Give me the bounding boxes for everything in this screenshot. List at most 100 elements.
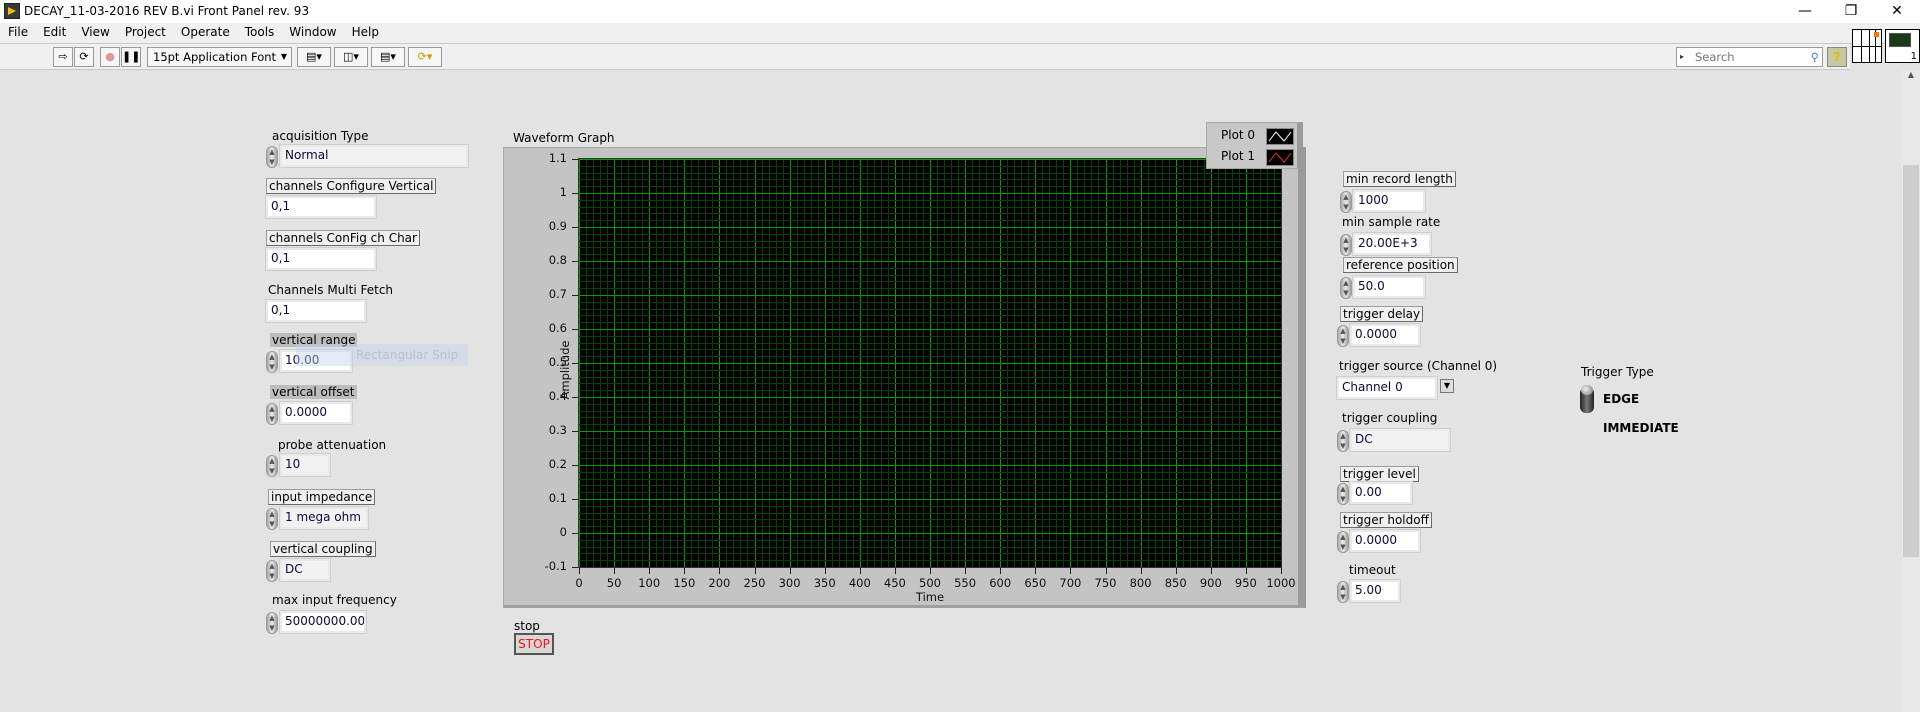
menu-window[interactable]: Window (281, 23, 343, 39)
y-tick-mark (572, 499, 578, 500)
input-impedance-ring[interactable]: 1 mega ohm (279, 506, 369, 530)
menu-view[interactable]: View (73, 23, 116, 39)
reorder-icon[interactable]: ⟳▾ (408, 47, 442, 67)
reference-position-spinner[interactable]: ▲ ▼ (1340, 277, 1352, 299)
y-tick-mark (572, 465, 578, 466)
y-tick-label: 0.3 (548, 423, 567, 437)
trigger-delay-spinner[interactable]: ▲ ▼ (1337, 325, 1349, 347)
menu-tools[interactable]: Tools (237, 23, 282, 39)
y-tick-mark (572, 295, 578, 296)
minimize-button[interactable]: — (1782, 0, 1828, 23)
pause-icon[interactable]: ❚❚ (121, 47, 141, 67)
y-tick-mark (572, 227, 578, 228)
x-tick-label: 500 (919, 576, 941, 590)
legend-plot-1-swatch[interactable] (1266, 149, 1294, 166)
max-input-frequency-input[interactable]: 50000000.00 (279, 610, 367, 634)
min-record-length-spinner[interactable]: ▲ ▼ (1340, 191, 1352, 213)
trigger-holdoff-input[interactable]: 0.0000 (1349, 529, 1421, 553)
trigger-holdoff-spinner[interactable]: ▲ ▼ (1337, 531, 1349, 553)
restore-button[interactable]: ❐ (1828, 0, 1874, 23)
stop-button[interactable]: STOP (514, 633, 554, 655)
trigger-coupling-ring[interactable]: DC (1349, 428, 1451, 452)
trigger-type-label: Trigger Type (1581, 365, 1654, 379)
timeout-spinner[interactable]: ▲ ▼ (1337, 581, 1349, 603)
channels-config-ch-char-label: channels ConFig ch Char (266, 230, 420, 246)
min-sample-rate-input[interactable]: 20.00E+3 (1352, 232, 1432, 256)
vertical-range-spinner[interactable]: ▲ ▼ (266, 351, 278, 373)
connector-pane-icon[interactable] (1852, 29, 1882, 63)
x-tick-label: 950 (1234, 576, 1257, 590)
menu-edit[interactable]: Edit (35, 23, 73, 39)
probe-attenuation-input[interactable]: 10 (279, 453, 331, 477)
y-tick-mark (572, 431, 578, 432)
x-tick-mark (789, 568, 791, 574)
close-button[interactable]: ✕ (1874, 0, 1920, 23)
abort-icon[interactable]: ● (100, 47, 120, 67)
menu-file[interactable]: File (0, 23, 35, 39)
x-tick-mark (719, 568, 721, 574)
vertical-coupling-ring[interactable]: DC (279, 558, 331, 582)
vertical-offset-input[interactable]: 0.0000 (279, 401, 353, 425)
x-tick-mark (1070, 568, 1072, 574)
channels-configure-vertical-input[interactable]: 0,1 (265, 195, 377, 219)
reference-position-input[interactable]: 50.0 (1352, 275, 1426, 299)
y-tick-label: 0 (559, 525, 567, 539)
distribute-objects-icon[interactable]: ◫▾ (334, 47, 368, 67)
trigger-source-dropdown-icon[interactable]: ▼ (1440, 379, 1454, 393)
probe-attenuation-spinner[interactable]: ▲ ▼ (266, 455, 278, 477)
y-tick-mark (572, 159, 578, 160)
align-objects-icon[interactable]: ▤▾ (297, 47, 331, 67)
probe-attenuation-label: probe attenuation (278, 438, 387, 452)
trigger-coupling-label: trigger coupling (1342, 411, 1438, 425)
acquisition-type-spinner[interactable]: ▲ ▼ (266, 146, 278, 168)
search-input[interactable]: ▸ Search ⚲ (1676, 47, 1823, 67)
x-tick-label: 450 (883, 576, 906, 590)
plot-1-line-icon (1268, 152, 1292, 163)
trigger-delay-input[interactable]: 0.0000 (1349, 323, 1421, 347)
trigger-type-edge-label: EDGE (1603, 392, 1640, 406)
plot-legend[interactable]: Plot 0 Plot 1 (1206, 122, 1303, 169)
input-impedance-spinner[interactable]: ▲ ▼ (266, 508, 278, 530)
plot-area[interactable] (578, 158, 1282, 568)
menu-help[interactable]: Help (344, 23, 386, 39)
trigger-source-ring[interactable]: Channel 0 (1336, 376, 1438, 400)
trigger-holdoff-label: trigger holdoff (1340, 512, 1432, 528)
min-record-length-input[interactable]: 1000 (1352, 189, 1426, 213)
vertical-offset-spinner[interactable]: ▲ ▼ (266, 403, 278, 425)
window-title: DECAY_11-03-2016 REV B.vi Front Panel re… (24, 4, 310, 18)
input-impedance-label: input impedance (268, 489, 376, 505)
search-options-icon[interactable]: ▸ (1680, 48, 1684, 66)
context-help-icon[interactable]: ? (1827, 47, 1847, 67)
menu-project[interactable]: Project (117, 23, 173, 39)
graph-title: Waveform Graph (513, 131, 615, 145)
trigger-coupling-spinner[interactable]: ▲ ▼ (1337, 430, 1349, 452)
min-sample-rate-spinner[interactable]: ▲ ▼ (1340, 234, 1352, 256)
run-continuously-icon[interactable]: ⟳ (74, 47, 94, 67)
trigger-type-toggle-switch[interactable] (1580, 385, 1594, 413)
trigger-type-immediate-label: IMMEDIATE (1603, 421, 1679, 435)
max-input-frequency-spinner[interactable]: ▲ ▼ (266, 612, 278, 634)
channels-config-ch-char-input[interactable]: 0,1 (265, 247, 377, 271)
trigger-level-spinner[interactable]: ▲ ▼ (1337, 483, 1349, 505)
trigger-level-input[interactable]: 0.00 (1349, 481, 1413, 505)
run-arrow-icon[interactable]: ⇨ (53, 47, 73, 67)
x-tick-mark (1105, 568, 1107, 574)
legend-plot-1-label: Plot 1 (1221, 149, 1256, 163)
font-dropdown[interactable]: 15pt Application Font ▼ (147, 47, 292, 67)
channels-multi-fetch-input[interactable]: 0,1 (265, 299, 367, 323)
acquisition-type-ring[interactable]: Normal (279, 144, 469, 168)
timeout-input[interactable]: 5.00 (1349, 579, 1401, 603)
vertical-coupling-spinner[interactable]: ▲ ▼ (266, 560, 278, 582)
scrollbar-thumb[interactable] (1903, 165, 1919, 557)
plot-0-line-icon (1268, 131, 1292, 142)
vi-icon[interactable]: 1 (1885, 29, 1920, 63)
x-tick-mark (1210, 568, 1212, 574)
menu-operate[interactable]: Operate (173, 23, 237, 39)
legend-plot-0-label: Plot 0 (1221, 128, 1256, 142)
legend-plot-0-swatch[interactable] (1266, 128, 1294, 145)
scroll-up-icon[interactable]: ▲ (1902, 70, 1920, 79)
resize-objects-icon[interactable]: ▤▾ (371, 47, 405, 67)
acquisition-type-label: acquisition Type (272, 129, 369, 143)
x-tick-label: 400 (848, 576, 871, 590)
search-icon[interactable]: ⚲ (1811, 48, 1819, 66)
